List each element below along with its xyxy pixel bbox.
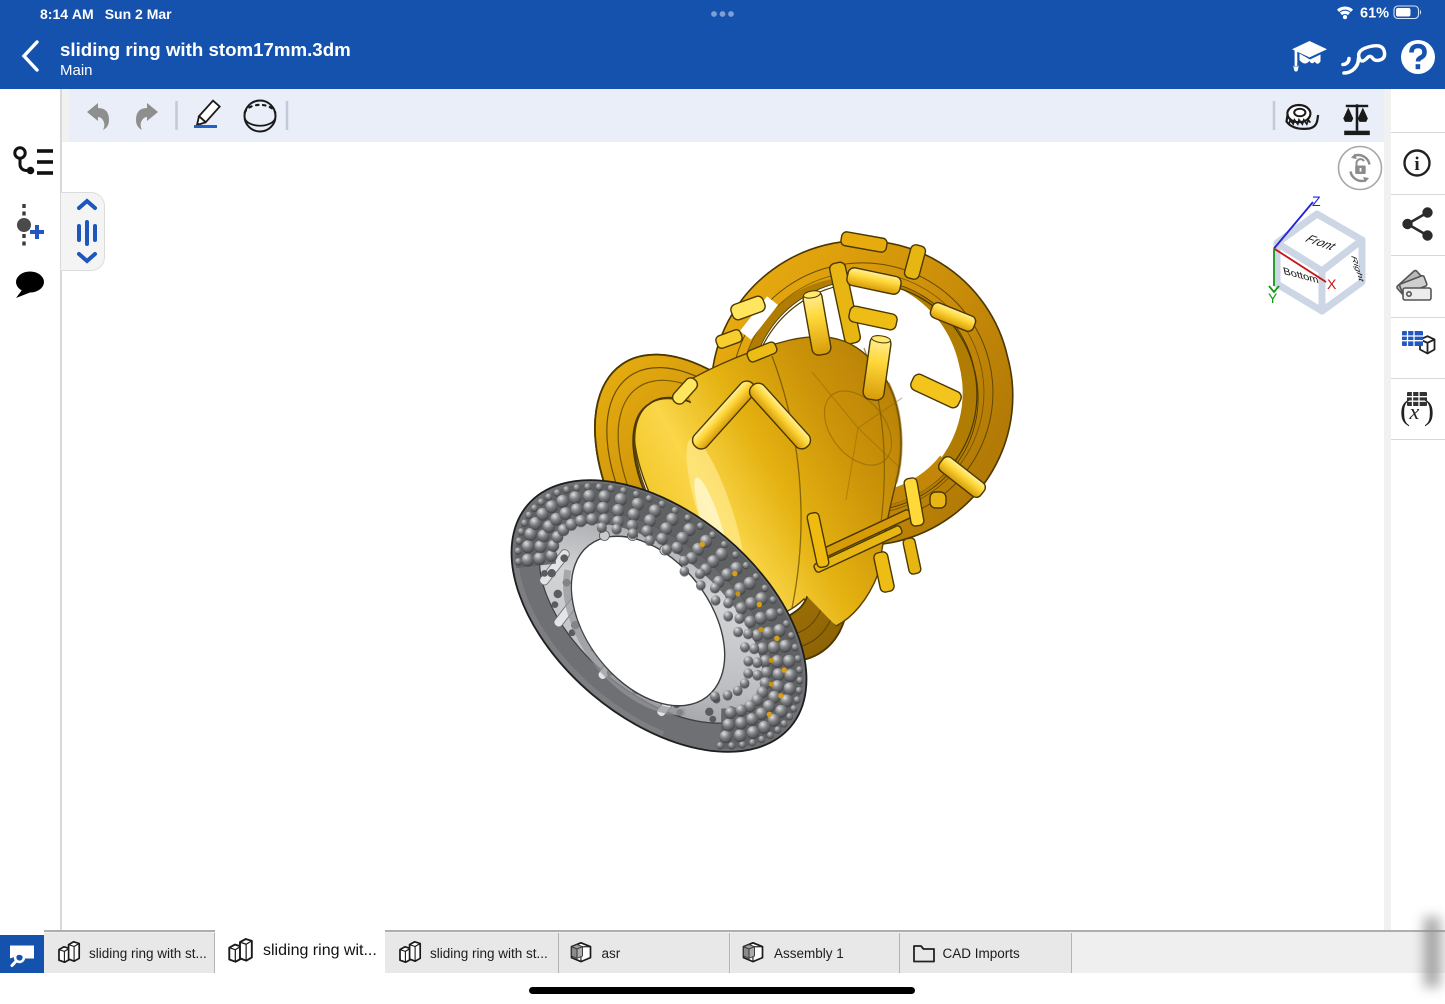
svg-text:Y: Y — [1268, 290, 1278, 306]
svg-text:i: i — [1414, 154, 1419, 175]
svg-text:61%: 61% — [1360, 6, 1389, 22]
svg-text:(: ( — [1400, 394, 1410, 427]
svg-text:x: x — [1409, 399, 1420, 424]
svg-text:X: X — [1327, 276, 1337, 292]
svg-text:): ) — [1424, 394, 1434, 427]
svg-text:Z: Z — [1312, 193, 1321, 209]
